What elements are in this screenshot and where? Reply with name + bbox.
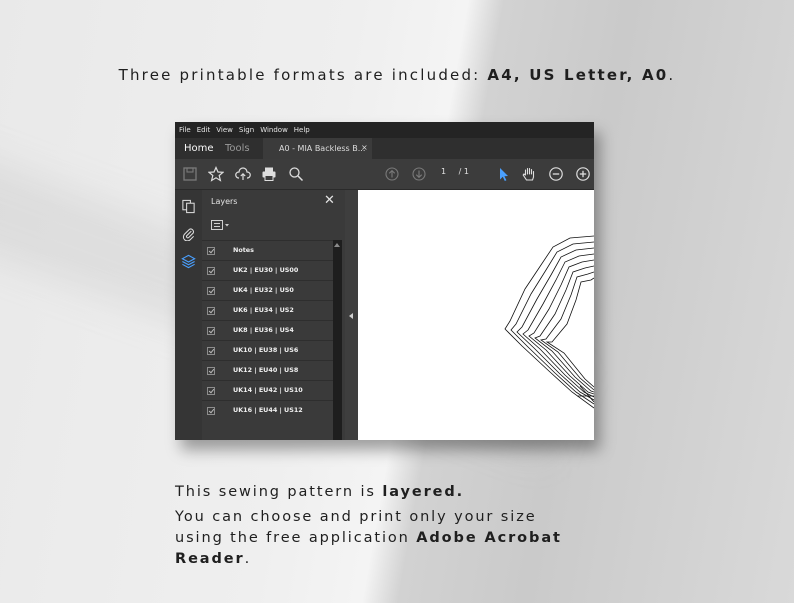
menu-window[interactable]: Window xyxy=(260,126,288,134)
layer-options-icon[interactable] xyxy=(211,219,231,231)
layers-close-icon[interactable]: ✕ xyxy=(324,193,335,208)
caption-app-name-end: Reader xyxy=(175,551,245,567)
page-up-icon[interactable] xyxy=(384,166,400,182)
layer-label: UK8 | EU36 | US4 xyxy=(233,326,294,334)
tab-document-label: A0 - MIA Backless B... xyxy=(279,144,366,153)
layers-panel: Layers ✕ Notes UK2 | EU30 | US00 UK4 | E… xyxy=(202,190,345,440)
caption-line-3: using the free application Adobe Acrobat xyxy=(175,528,615,549)
toolbar: 1 / 1 xyxy=(175,159,594,190)
layer-visibility-checkbox[interactable] xyxy=(207,307,215,315)
search-icon[interactable] xyxy=(288,166,304,182)
layer-visibility-checkbox[interactable] xyxy=(207,267,215,275)
layer-visibility-checkbox[interactable] xyxy=(207,247,215,255)
page-down-icon[interactable] xyxy=(411,166,427,182)
caption-line-1-text: This sewing pattern is xyxy=(175,484,383,500)
print-icon[interactable] xyxy=(261,166,277,182)
layers-scrollbar[interactable] xyxy=(333,240,342,440)
total-pages: / 1 xyxy=(458,167,469,176)
layer-row[interactable]: UK12 | EU40 | US8 xyxy=(202,360,333,380)
pattern-lines xyxy=(504,235,594,409)
layer-label: Notes xyxy=(233,246,254,254)
pages-icon[interactable] xyxy=(181,199,196,214)
layer-label: UK12 | EU40 | US8 xyxy=(233,366,299,374)
upload-icon[interactable] xyxy=(235,166,251,182)
collapse-arrow-icon[interactable] xyxy=(349,313,353,319)
caption-line-4: Reader. xyxy=(175,549,615,570)
layers-list: Notes UK2 | EU30 | US00 UK4 | EU32 | US0… xyxy=(202,240,333,420)
headline-formats: A4, US Letter, A0 xyxy=(487,66,669,84)
layer-label: UK2 | EU30 | US00 xyxy=(233,266,299,274)
layer-row[interactable]: UK16 | EU44 | US12 xyxy=(202,400,333,420)
layer-row[interactable]: UK14 | EU42 | US10 xyxy=(202,380,333,400)
layer-label: UK14 | EU42 | US10 xyxy=(233,386,303,394)
attachment-icon[interactable] xyxy=(181,226,196,241)
layers-icon[interactable] xyxy=(181,254,196,269)
left-rail xyxy=(175,190,202,440)
star-icon[interactable] xyxy=(208,166,224,182)
menu-view[interactable]: View xyxy=(216,126,233,134)
tab-tools[interactable]: Tools xyxy=(225,143,250,154)
layer-visibility-checkbox[interactable] xyxy=(207,387,215,395)
layer-row[interactable]: UK6 | EU34 | US2 xyxy=(202,300,333,320)
layer-visibility-checkbox[interactable] xyxy=(207,327,215,335)
document-page xyxy=(358,190,594,440)
layer-label: UK4 | EU32 | US0 xyxy=(233,286,294,294)
caption-line-3-text: using the free application xyxy=(175,530,417,546)
tab-bar: Home Tools A0 - MIA Backless B... × xyxy=(175,138,594,159)
layer-visibility-checkbox[interactable] xyxy=(207,407,215,415)
page-indicator: 1 / 1 xyxy=(441,167,469,176)
zoom-out-icon[interactable] xyxy=(548,166,564,182)
layer-label: UK6 | EU34 | US2 xyxy=(233,306,294,314)
layer-row[interactable]: UK8 | EU36 | US4 xyxy=(202,320,333,340)
hand-icon[interactable] xyxy=(521,166,537,182)
pointer-icon[interactable] xyxy=(495,166,511,182)
layer-visibility-checkbox[interactable] xyxy=(207,367,215,375)
menu-file[interactable]: File xyxy=(179,126,191,134)
layer-label: UK10 | EU38 | US6 xyxy=(233,346,299,354)
menu-bar: File Edit View Sign Window Help xyxy=(175,122,594,138)
tab-home[interactable]: Home xyxy=(184,143,214,154)
caption-app-name: Adobe Acrobat xyxy=(416,530,562,546)
caption-line-1: This sewing pattern is layered. xyxy=(175,482,615,503)
tab-document[interactable]: A0 - MIA Backless B... × xyxy=(263,138,372,159)
layers-panel-title: Layers xyxy=(211,197,238,206)
menu-sign[interactable]: Sign xyxy=(239,126,254,134)
headline-text: Three printable formats are included: xyxy=(118,66,488,84)
save-icon[interactable] xyxy=(182,166,198,182)
document-area xyxy=(358,190,594,440)
menu-edit[interactable]: Edit xyxy=(197,126,211,134)
layer-visibility-checkbox[interactable] xyxy=(207,347,215,355)
tab-close-icon[interactable]: × xyxy=(361,143,368,152)
current-page-input[interactable]: 1 xyxy=(441,167,446,176)
layer-row[interactable]: UK4 | EU32 | US0 xyxy=(202,280,333,300)
layer-row[interactable]: UK10 | EU38 | US6 xyxy=(202,340,333,360)
caption-line-2-text: You can choose and print only your size xyxy=(175,509,537,525)
layer-visibility-checkbox[interactable] xyxy=(207,287,215,295)
panel-collapse-handle[interactable] xyxy=(345,190,358,440)
caption-line-2: You can choose and print only your size xyxy=(175,507,615,528)
caption-layered: layered. xyxy=(382,484,465,500)
headline: Three printable formats are included: A4… xyxy=(0,66,794,84)
layer-row[interactable]: UK2 | EU30 | US00 xyxy=(202,260,333,280)
layer-row[interactable]: Notes xyxy=(202,240,333,260)
acrobat-window: File Edit View Sign Window Help Home Too… xyxy=(175,122,594,440)
headline-end: . xyxy=(668,66,676,84)
menu-help[interactable]: Help xyxy=(294,126,310,134)
caption-line-4-end: . xyxy=(244,551,252,567)
zoom-in-icon[interactable] xyxy=(575,166,591,182)
scroll-up-icon[interactable] xyxy=(334,243,340,247)
layer-label: UK16 | EU44 | US12 xyxy=(233,406,303,414)
